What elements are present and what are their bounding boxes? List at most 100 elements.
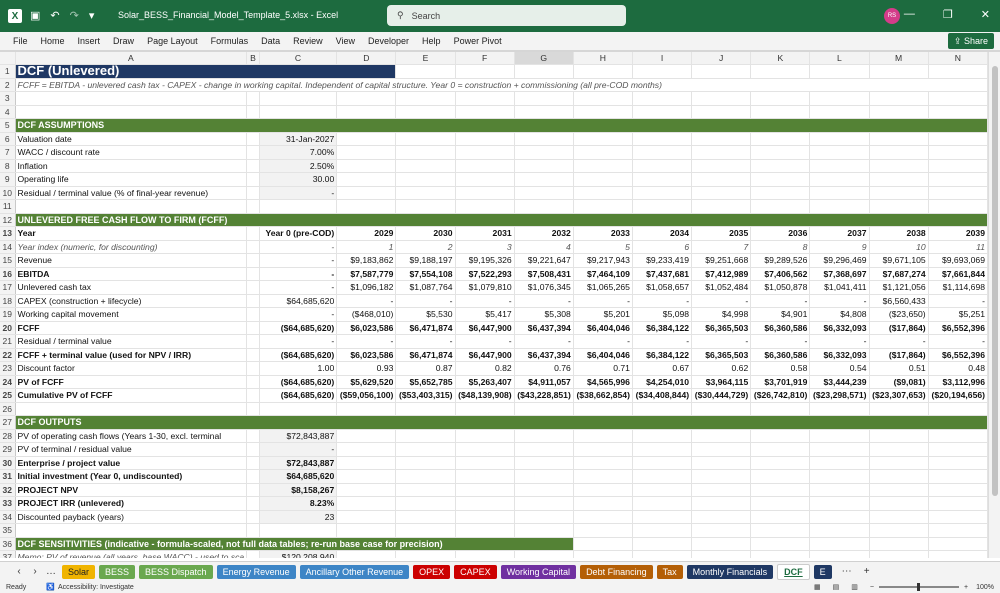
value-cell[interactable]: - <box>809 294 870 308</box>
cell[interactable] <box>809 523 870 538</box>
cell[interactable] <box>395 132 456 146</box>
row-header-13[interactable]: 13 <box>0 226 16 241</box>
cell[interactable] <box>691 105 752 119</box>
cell[interactable] <box>246 375 260 389</box>
cell[interactable] <box>809 105 870 119</box>
value-cell[interactable]: ($59,056,100) <box>336 388 397 403</box>
cell[interactable] <box>336 402 397 416</box>
value-cell[interactable]: 0.67 <box>632 361 693 376</box>
value-cell[interactable]: $5,629,520 <box>336 375 397 389</box>
cell[interactable] <box>455 483 515 497</box>
cell[interactable] <box>928 172 988 187</box>
cell[interactable] <box>336 199 397 214</box>
cell[interactable] <box>750 483 811 497</box>
cell[interactable] <box>928 429 988 443</box>
value-cell[interactable]: $7,587,779 <box>336 267 397 281</box>
value-cell[interactable]: $9,289,526 <box>750 253 811 268</box>
value-cell[interactable]: $4,901 <box>750 307 811 322</box>
cell[interactable] <box>395 105 456 119</box>
customize-qat-icon[interactable]: ▾ <box>89 9 95 22</box>
value-cell[interactable]: - <box>395 334 456 349</box>
row-label[interactable]: CAPEX (construction + lifecycle) <box>15 294 248 308</box>
cell[interactable] <box>573 456 633 470</box>
row-header-23[interactable]: 23 <box>0 361 16 376</box>
cell[interactable] <box>514 523 574 538</box>
row-label[interactable]: Working capital movement <box>15 307 248 322</box>
value-cell[interactable]: $6,023,586 <box>336 348 397 362</box>
cell[interactable] <box>928 442 988 457</box>
section-header[interactable]: DCF SENSITIVITIES (indicative - formula-… <box>15 537 574 551</box>
zoom-in-icon[interactable]: + <box>964 584 968 591</box>
value-cell[interactable]: $3,112,996 <box>928 375 988 389</box>
value-cell[interactable]: 0.82 <box>455 361 515 376</box>
value-cell[interactable]: $7,368,697 <box>809 267 870 281</box>
cell[interactable] <box>691 64 752 79</box>
value-cell[interactable]: 2037 <box>809 226 870 241</box>
row-header-32[interactable]: 32 <box>0 483 16 497</box>
cell[interactable] <box>750 523 811 538</box>
row-header-22[interactable]: 22 <box>0 348 16 362</box>
value-cell[interactable]: - <box>259 280 338 295</box>
value-cell[interactable]: ($17,864) <box>869 348 929 362</box>
page-layout-icon[interactable]: ▤ <box>833 583 840 591</box>
cell[interactable] <box>632 483 693 497</box>
value-cell[interactable]: 0.58 <box>750 361 811 376</box>
cell[interactable] <box>691 145 752 160</box>
section-header[interactable]: UNLEVERED FREE CASH FLOW TO FIRM (FCFF) <box>15 213 988 227</box>
cell[interactable] <box>573 145 633 160</box>
value-cell[interactable]: - <box>928 334 988 349</box>
cell[interactable] <box>246 172 260 187</box>
cell[interactable] <box>514 186 574 200</box>
row-label[interactable]: Memo: PV of revenue (all years, base WAC… <box>15 550 248 558</box>
value-cell[interactable]: $4,998 <box>691 307 752 322</box>
menu-home[interactable]: Home <box>41 36 65 46</box>
cell[interactable] <box>691 550 752 558</box>
value-cell[interactable]: $5,652,785 <box>395 375 456 389</box>
cell[interactable] <box>573 523 633 538</box>
cell[interactable] <box>750 132 811 146</box>
cell[interactable] <box>928 523 988 538</box>
cell[interactable] <box>514 132 574 146</box>
row-label[interactable]: Year <box>15 226 248 241</box>
input-value[interactable]: 31-Jan-2027 <box>259 132 338 146</box>
cell[interactable] <box>246 321 260 335</box>
value-cell[interactable]: $1,052,484 <box>691 280 752 295</box>
cell[interactable] <box>750 442 811 457</box>
cell[interactable] <box>336 550 397 558</box>
cell[interactable] <box>514 442 574 457</box>
cell[interactable] <box>455 550 515 558</box>
cell[interactable] <box>336 483 397 497</box>
cell[interactable] <box>573 496 633 511</box>
value-cell[interactable]: - <box>455 334 515 349</box>
cell[interactable] <box>573 402 633 416</box>
menu-developer[interactable]: Developer <box>368 36 409 46</box>
value-cell[interactable]: ($43,228,851) <box>514 388 574 403</box>
value-cell[interactable]: - <box>259 307 338 322</box>
normal-view-icon[interactable]: ▦ <box>814 583 821 591</box>
column-header-A[interactable]: A <box>15 52 248 65</box>
cell[interactable] <box>632 64 693 79</box>
row-header-5[interactable]: 5 <box>0 118 16 133</box>
cell[interactable] <box>869 429 929 443</box>
page-break-icon[interactable]: ▥ <box>851 583 858 591</box>
cell[interactable] <box>928 199 988 214</box>
value-cell[interactable]: $4,808 <box>809 307 870 322</box>
cell[interactable] <box>455 442 515 457</box>
cell[interactable] <box>246 132 260 146</box>
value-cell[interactable]: 2036 <box>750 226 811 241</box>
row-label[interactable]: WACC / discount rate <box>15 145 248 160</box>
cell[interactable] <box>246 469 260 484</box>
row-header-36[interactable]: 36 <box>0 537 16 551</box>
cell[interactable] <box>246 510 260 524</box>
sheet-tab-ancillary-other-revenue[interactable]: Ancillary Other Revenue <box>299 564 410 579</box>
row-label[interactable]: EBITDA <box>15 267 248 281</box>
menu-insert[interactable]: Insert <box>78 36 101 46</box>
value-cell[interactable]: - <box>395 294 456 308</box>
cell[interactable] <box>750 537 811 551</box>
cell[interactable] <box>573 442 633 457</box>
value-cell[interactable]: ($34,408,844) <box>632 388 693 403</box>
input-value[interactable]: 23 <box>259 510 338 524</box>
cell[interactable] <box>750 91 811 106</box>
cell[interactable] <box>395 429 456 443</box>
row-label[interactable]: Enterprise / project value <box>15 456 248 470</box>
